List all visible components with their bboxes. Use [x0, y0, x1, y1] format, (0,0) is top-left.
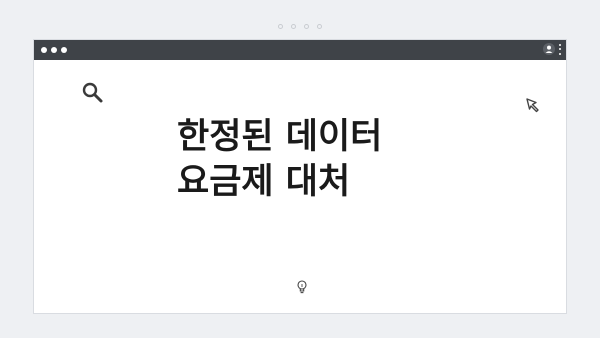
window-tab-dots	[0, 24, 600, 29]
tab-dot	[278, 24, 283, 29]
tab-dot	[317, 24, 322, 29]
titlebar-actions	[543, 43, 562, 55]
tab-dot	[304, 24, 309, 29]
cursor-icon	[526, 98, 539, 113]
search-icon	[82, 82, 103, 103]
maximize-window-button[interactable]	[61, 47, 67, 53]
headline-line-2: 요금제 대처	[177, 162, 351, 202]
headline-line-1: 한정된 데이터	[177, 117, 383, 157]
close-window-button[interactable]	[41, 47, 47, 53]
kebab-menu-icon[interactable]	[559, 43, 562, 55]
browser-window: 한정된 데이터 요금제 대처	[33, 39, 567, 314]
window-controls	[41, 47, 67, 53]
lightbulb-icon	[297, 280, 307, 294]
title-bar	[34, 40, 566, 60]
user-icon[interactable]	[543, 43, 555, 55]
minimize-window-button[interactable]	[51, 47, 57, 53]
tab-dot	[291, 24, 296, 29]
page-headline: 한정된 데이터 요금제 대처	[177, 115, 497, 205]
